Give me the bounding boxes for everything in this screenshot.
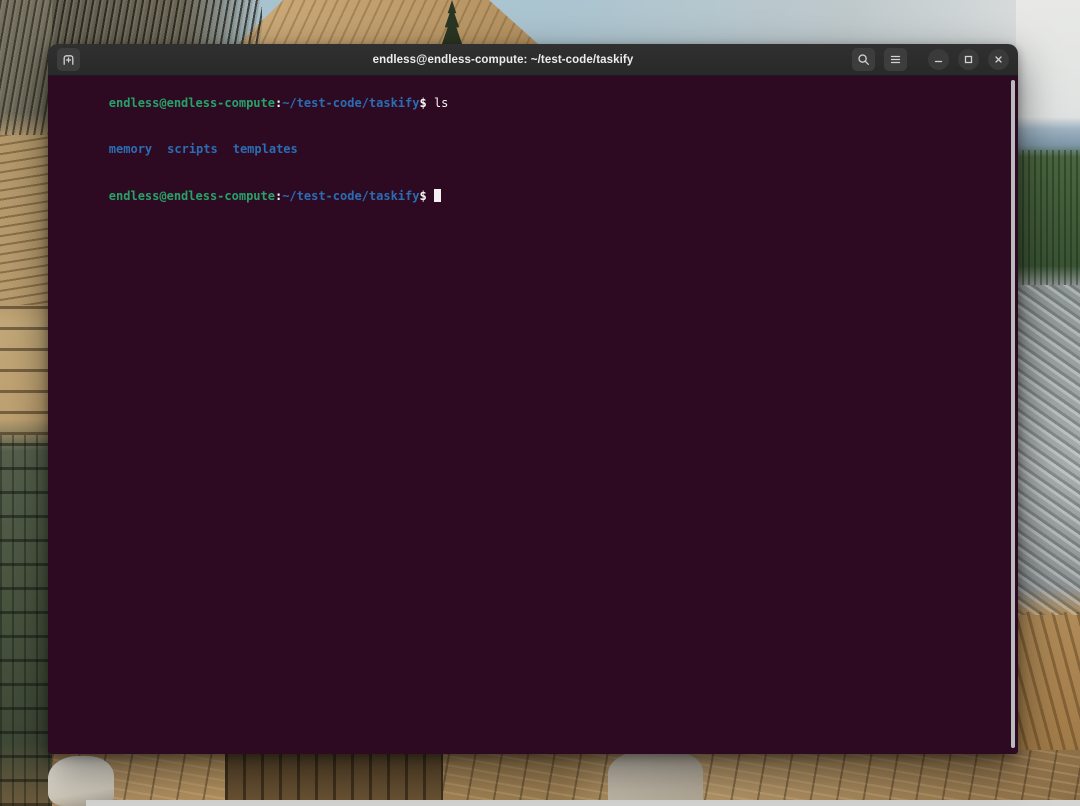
terminal-line-command: endless@endless-compute:~/test-code/task… [51, 80, 1008, 127]
minimize-icon [932, 53, 945, 66]
window-title: endless@endless-compute: ~/test-code/tas… [168, 54, 838, 66]
wallpaper-doorway [225, 752, 443, 806]
directory-scripts: scripts [167, 142, 218, 156]
terminal-window: endless@endless-compute: ~/test-code/tas… [48, 44, 1018, 754]
titlebar-controls [852, 48, 1009, 71]
prompt-dollar: $ [419, 96, 433, 110]
prompt-path: ~/test-code/taskify [282, 96, 419, 110]
minimize-button[interactable] [928, 49, 949, 70]
hamburger-menu-icon [888, 52, 903, 67]
maximize-icon [962, 53, 975, 66]
desktop: endless@endless-compute: ~/test-code/tas… [0, 0, 1080, 806]
terminal-scrollbar[interactable] [1011, 80, 1015, 748]
directory-templates: templates [233, 142, 298, 156]
maximize-button[interactable] [958, 49, 979, 70]
bottom-panel-edge [86, 800, 1080, 806]
close-button[interactable] [988, 49, 1009, 70]
prompt-path: ~/test-code/taskify [282, 189, 419, 203]
typed-command: ls [434, 96, 448, 110]
prompt-dollar: $ [419, 189, 433, 203]
terminal-line-prompt: endless@endless-compute:~/test-code/task… [51, 173, 1008, 220]
close-icon [992, 53, 1005, 66]
wallpaper-wood-planks [0, 750, 1080, 806]
prompt-user-host: endless@endless-compute [109, 189, 275, 203]
titlebar[interactable]: endless@endless-compute: ~/test-code/tas… [48, 44, 1018, 76]
terminal-line-output: memory scripts templates [51, 127, 1008, 174]
new-tab-icon [61, 52, 76, 67]
wallpaper-cabin-roof [238, 0, 538, 44]
terminal-screen[interactable]: endless@endless-compute:~/test-code/task… [48, 76, 1018, 754]
search-icon [856, 52, 871, 67]
new-tab-button[interactable] [57, 48, 80, 71]
wallpaper-stone [608, 750, 703, 806]
wallpaper-mountain-slope [1016, 0, 1080, 806]
menu-button[interactable] [884, 48, 907, 71]
prompt-user-host: endless@endless-compute [109, 96, 275, 110]
wallpaper-cabin-wall [0, 0, 52, 806]
wallpaper-white-figure [48, 756, 114, 806]
terminal-cursor [434, 189, 441, 202]
search-button[interactable] [852, 48, 875, 71]
directory-memory: memory [109, 142, 152, 156]
